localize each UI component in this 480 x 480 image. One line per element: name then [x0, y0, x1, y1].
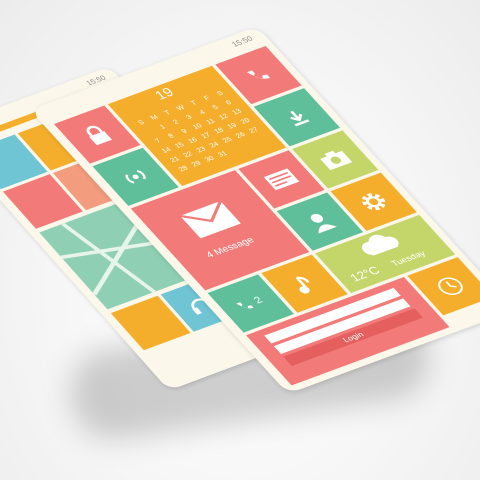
- message-label: 4 Message: [204, 235, 257, 260]
- envelope-icon: [180, 200, 241, 239]
- id-card-icon: [263, 168, 300, 191]
- camera-icon: [320, 150, 353, 171]
- calendar-day: 19: [152, 85, 178, 103]
- weather-temp: 12°C: [346, 263, 383, 284]
- cloud-icon: [361, 234, 399, 256]
- weather-day: Tuesday: [389, 249, 429, 269]
- download-icon: [290, 110, 310, 127]
- clock-icon: [438, 277, 463, 295]
- login-button-label: Login: [340, 330, 366, 344]
- phone-icon: [246, 70, 270, 79]
- front-status-time: 15:50: [229, 34, 255, 49]
- gear-icon: [361, 193, 386, 211]
- lock-icon: [86, 125, 112, 146]
- user-icon: [310, 213, 337, 234]
- signal-icon: [125, 170, 146, 184]
- music-note-icon: [295, 276, 310, 294]
